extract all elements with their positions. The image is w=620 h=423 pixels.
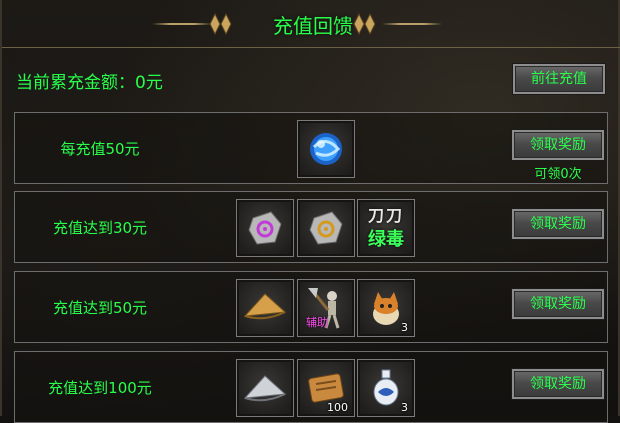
bamboo-hat-icon	[243, 375, 287, 402]
item-quantity: 3	[401, 401, 408, 414]
blue-orb-icon	[310, 133, 342, 165]
diamond-ornament-icon	[353, 12, 376, 36]
reward-row: 充值达到30元 刀刀 绿毒 领取奖励	[14, 191, 608, 263]
item-slot[interactable]: 3	[357, 279, 415, 337]
total-recharge-amount: 当前累充金额：0元	[16, 73, 163, 93]
item-slot[interactable]	[297, 199, 355, 257]
reward-row: 充值达到100元 100 3 领取奖励	[14, 351, 608, 423]
item-slot[interactable]	[236, 359, 294, 417]
gold-rune-stone-icon	[309, 211, 343, 245]
reward-condition-label: 充值达到50元	[52, 299, 148, 317]
item-slot[interactable]: 100	[297, 359, 355, 417]
reward-row: 每充值50元 领取奖励 可领0次	[14, 112, 608, 184]
panel-header: 充值回馈	[2, 0, 620, 48]
item-quantity: 3	[401, 321, 408, 334]
reward-condition-label: 每充值50元	[60, 140, 140, 158]
item-slot[interactable]	[236, 199, 294, 257]
item-slot[interactable]: 刀刀 绿毒	[357, 199, 415, 257]
claim-count-note: 可领0次	[534, 167, 582, 182]
purple-rune-stone-icon	[248, 211, 282, 245]
header-underline	[2, 47, 620, 48]
reward-row: 充值达到50元 辅助 3 领取奖励	[14, 271, 608, 343]
seal-text-top: 刀刀	[367, 206, 404, 225]
seal-text-bottom: 绿毒	[368, 229, 404, 250]
reward-condition-label: 充值达到100元	[48, 379, 152, 397]
diamond-ornament-icon	[209, 12, 232, 36]
claim-reward-button[interactable]: 领取奖励	[512, 369, 604, 399]
straw-hat-icon	[243, 293, 287, 320]
item-slot[interactable]: 辅助	[297, 279, 355, 337]
reward-condition-label: 充值达到30元	[52, 219, 148, 237]
header-divider-right	[382, 23, 442, 25]
go-recharge-button[interactable]: 前往充值	[513, 64, 605, 94]
recharge-reward-panel: 充值回馈 当前累充金额：0元 前往充值 每充值50元 领取奖励 可领0次 充值达…	[0, 0, 620, 423]
claim-reward-button[interactable]: 领取奖励	[512, 209, 604, 239]
header-divider-left	[152, 23, 212, 25]
item-slot[interactable]	[297, 120, 355, 178]
item-slot[interactable]: 3	[357, 359, 415, 417]
item-tag: 辅助	[306, 316, 328, 329]
claim-reward-button[interactable]: 领取奖励	[512, 130, 604, 160]
claim-reward-button[interactable]: 领取奖励	[512, 289, 604, 319]
item-slot[interactable]	[236, 279, 294, 337]
item-quantity: 100	[327, 401, 348, 414]
